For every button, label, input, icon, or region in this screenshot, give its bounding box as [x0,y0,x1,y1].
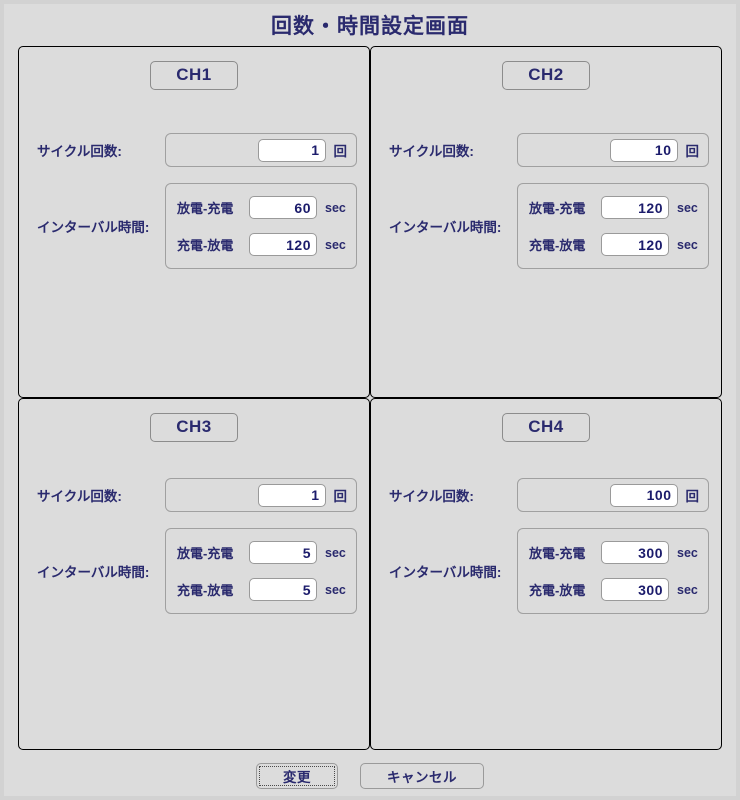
cycle-count-input-ch2[interactable]: 10 [609,138,678,162]
interval-time-label: インターバル時間: [389,220,502,235]
charge-discharge-label: 充電-放電 [177,583,234,598]
charge-discharge-line-ch1: 充電-放電 120 sec [177,233,347,256]
discharge-charge-unit: sec [677,200,698,215]
cycle-count-group: 100 回 [517,478,709,512]
cycle-count-label: サイクル回数: [389,489,474,504]
discharge-charge-unit: sec [677,545,698,560]
discharge-charge-label: 放電-充電 [529,201,586,216]
channel-panel-ch1: CH1 サイクル回数: 1 回 インターバル時間: 放電-充電 60 sec 充… [18,46,370,398]
interval-time-label: インターバル時間: [37,565,150,580]
cycle-count-row-ch3: サイクル回数: 1 回 [37,478,357,512]
cycle-count-unit: 回 [333,489,348,504]
cycle-count-group: 1 回 [165,133,357,167]
charge-discharge-line-ch4: 充電-放電 300 sec [529,578,699,601]
discharge-charge-line-ch4: 放電-充電 300 sec [529,541,699,564]
channel-heading-ch2: CH2 [502,61,590,90]
interval-time-row-ch4: インターバル時間: 放電-充電 300 sec 充電-放電 300 sec [389,528,709,614]
interval-time-group: 放電-充電 60 sec 充電-放電 120 sec [165,183,357,269]
discharge-charge-input-ch1[interactable]: 60 [249,196,317,219]
cycle-count-input-ch3[interactable]: 1 [257,483,326,507]
cycle-count-label: サイクル回数: [389,144,474,159]
interval-time-row-ch2: インターバル時間: 放電-充電 120 sec 充電-放電 120 sec [389,183,709,269]
interval-time-group: 放電-充電 5 sec 充電-放電 5 sec [165,528,357,614]
charge-discharge-line-ch2: 充電-放電 120 sec [529,233,699,256]
cycle-count-row-ch1: サイクル回数: 1 回 [37,133,357,167]
discharge-charge-unit: sec [325,545,346,560]
cycle-count-unit: 回 [333,144,348,159]
discharge-charge-unit: sec [325,200,346,215]
apply-button[interactable]: 変更 [256,763,338,789]
discharge-charge-input-ch3[interactable]: 5 [249,541,317,564]
charge-discharge-label: 充電-放電 [529,583,586,598]
discharge-charge-line-ch3: 放電-充電 5 sec [177,541,347,564]
footer-button-bar: 変更 キャンセル [4,756,736,796]
charge-discharge-label: 充電-放電 [529,238,586,253]
interval-time-row-ch3: インターバル時間: 放電-充電 5 sec 充電-放電 5 sec [37,528,357,614]
cycle-count-label: サイクル回数: [37,144,122,159]
interval-time-group: 放電-充電 300 sec 充電-放電 300 sec [517,528,709,614]
channel-panel-ch3: CH3 サイクル回数: 1 回 インターバル時間: 放電-充電 5 sec 充電… [18,398,370,750]
interval-time-row-ch1: インターバル時間: 放電-充電 60 sec 充電-放電 120 sec [37,183,357,269]
cancel-button[interactable]: キャンセル [360,763,484,789]
discharge-charge-label: 放電-充電 [177,546,234,561]
channel-panel-grid: CH1 サイクル回数: 1 回 インターバル時間: 放電-充電 60 sec 充… [18,46,722,750]
cycle-count-label: サイクル回数: [37,489,122,504]
discharge-charge-input-ch4[interactable]: 300 [601,541,669,564]
settings-window: 回数・時間設定画面 CH1 サイクル回数: 1 回 インターバル時間: 放電-充… [0,0,740,800]
interval-time-group: 放電-充電 120 sec 充電-放電 120 sec [517,183,709,269]
charge-discharge-input-ch2[interactable]: 120 [601,233,669,256]
charge-discharge-unit: sec [677,582,698,597]
charge-discharge-unit: sec [677,237,698,252]
cycle-count-group: 10 回 [517,133,709,167]
discharge-charge-label: 放電-充電 [529,546,586,561]
channel-panel-ch2: CH2 サイクル回数: 10 回 インターバル時間: 放電-充電 120 sec [370,46,722,398]
discharge-charge-line-ch2: 放電-充電 120 sec [529,196,699,219]
charge-discharge-label: 充電-放電 [177,238,234,253]
page-title: 回数・時間設定画面 [271,15,469,38]
interval-time-label: インターバル時間: [37,220,150,235]
charge-discharge-input-ch4[interactable]: 300 [601,578,669,601]
charge-discharge-input-ch1[interactable]: 120 [249,233,317,256]
charge-discharge-input-ch3[interactable]: 5 [249,578,317,601]
cycle-count-input-ch4[interactable]: 100 [609,483,678,507]
interval-time-label: インターバル時間: [389,565,502,580]
charge-discharge-line-ch3: 充電-放電 5 sec [177,578,347,601]
cycle-count-unit: 回 [685,144,700,159]
cycle-count-input-ch1[interactable]: 1 [257,138,326,162]
channel-panel-ch4: CH4 サイクル回数: 100 回 インターバル時間: 放電-充電 300 se… [370,398,722,750]
discharge-charge-label: 放電-充電 [177,201,234,216]
cycle-count-group: 1 回 [165,478,357,512]
cycle-count-row-ch4: サイクル回数: 100 回 [389,478,709,512]
channel-heading-ch4: CH4 [502,413,590,442]
title-bar: 回数・時間設定画面 [4,4,736,46]
cycle-count-unit: 回 [685,489,700,504]
channel-heading-ch1: CH1 [150,61,238,90]
discharge-charge-line-ch1: 放電-充電 60 sec [177,196,347,219]
channel-heading-ch3: CH3 [150,413,238,442]
charge-discharge-unit: sec [325,582,346,597]
cycle-count-row-ch2: サイクル回数: 10 回 [389,133,709,167]
discharge-charge-input-ch2[interactable]: 120 [601,196,669,219]
charge-discharge-unit: sec [325,237,346,252]
